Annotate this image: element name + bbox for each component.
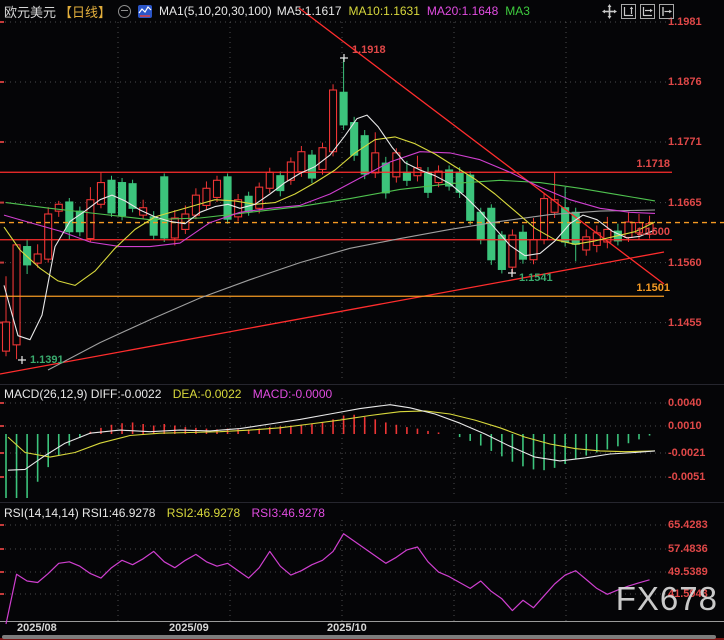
- price-axis-tick: 1.1771: [668, 136, 702, 148]
- price-annotation: 1.1541: [519, 272, 553, 284]
- chart-header: 欧元美元 【日线】 MA1(5,10,20,30,100) MA5:1.1617…: [0, 0, 530, 22]
- collapse-circle-icon[interactable]: [118, 4, 132, 18]
- date-axis-label: 2025/10: [327, 622, 367, 634]
- date-axis-label: 2025/08: [17, 622, 57, 634]
- rsi2-value: RSI2:46.9278: [166, 506, 241, 520]
- ma5-value: MA5:1.1617: [276, 4, 342, 18]
- rsi-indicator-label: RSI(14,14,14) RSI1:46.9278 RSI2:46.9278 …: [4, 506, 325, 520]
- price-axis-tick: 1.1455: [668, 316, 702, 329]
- y-axis-scale-button[interactable]: [621, 4, 636, 19]
- macd-axis-tick: -0.0051: [668, 471, 706, 483]
- ma20-value: MA20:1.1648: [426, 4, 499, 18]
- level-label: 1.1600: [636, 225, 670, 238]
- forex-chart-window: 欧元美元 【日线】 MA1(5,10,20,30,100) MA5:1.1617…: [0, 0, 724, 640]
- rsi1-value: RSI(14,14,14) RSI1:46.9278: [4, 506, 156, 520]
- rsi-axis-tick: 57.4836: [668, 543, 708, 555]
- price-axis-tick: 1.1560: [668, 256, 702, 269]
- level-label: 1.1718: [636, 158, 670, 171]
- ma10-value: MA10:1.1631: [348, 4, 420, 18]
- level-label: 1.1501: [636, 282, 670, 295]
- ma-settings-label: MA1(5,10,20,30,100): [159, 4, 272, 18]
- go-to-latest-button[interactable]: [659, 4, 674, 19]
- macd-dea-value: DEA:-0.0022: [172, 387, 242, 401]
- chart-toolbar: [602, 4, 674, 19]
- price-axis-tick: 1.1876: [668, 76, 702, 88]
- macd-diff-value: MACD(26,12,9) DIFF:-0.0022: [4, 387, 162, 401]
- price-annotation: 1.1918: [352, 44, 386, 56]
- macd-axis-tick: 0.0010: [668, 420, 702, 432]
- macd-hist-value: MACD:-0.0000: [252, 387, 333, 401]
- horizontal-scrollbar[interactable]: [2, 635, 716, 639]
- symbol-title: 欧元美元: [4, 4, 57, 20]
- rsi3-value: RSI3:46.9278: [251, 506, 325, 520]
- rsi-axis-tick: 49.5389: [668, 566, 708, 578]
- timeframe-label: 【日线】: [59, 4, 112, 20]
- date-axis-label: 2025/09: [169, 622, 209, 634]
- rsi-axis-tick: 65.4283: [668, 519, 708, 531]
- chart-type-icon[interactable]: [138, 4, 153, 18]
- x-axis-scale-button[interactable]: [640, 4, 655, 19]
- macd-axis-tick: -0.0021: [668, 447, 706, 459]
- watermark: FX678: [615, 580, 718, 617]
- pan-crosshair-button[interactable]: [602, 4, 617, 19]
- price-annotation: 1.1391: [30, 354, 64, 366]
- chart-canvas[interactable]: [0, 0, 724, 640]
- ma30-value: MA3: [505, 4, 530, 18]
- macd-indicator-label: MACD(26,12,9) DIFF:-0.0022 DEA:-0.0022 M…: [4, 387, 332, 401]
- macd-axis-tick: 0.0040: [668, 397, 702, 409]
- price-axis-tick: 1.1665: [668, 196, 702, 209]
